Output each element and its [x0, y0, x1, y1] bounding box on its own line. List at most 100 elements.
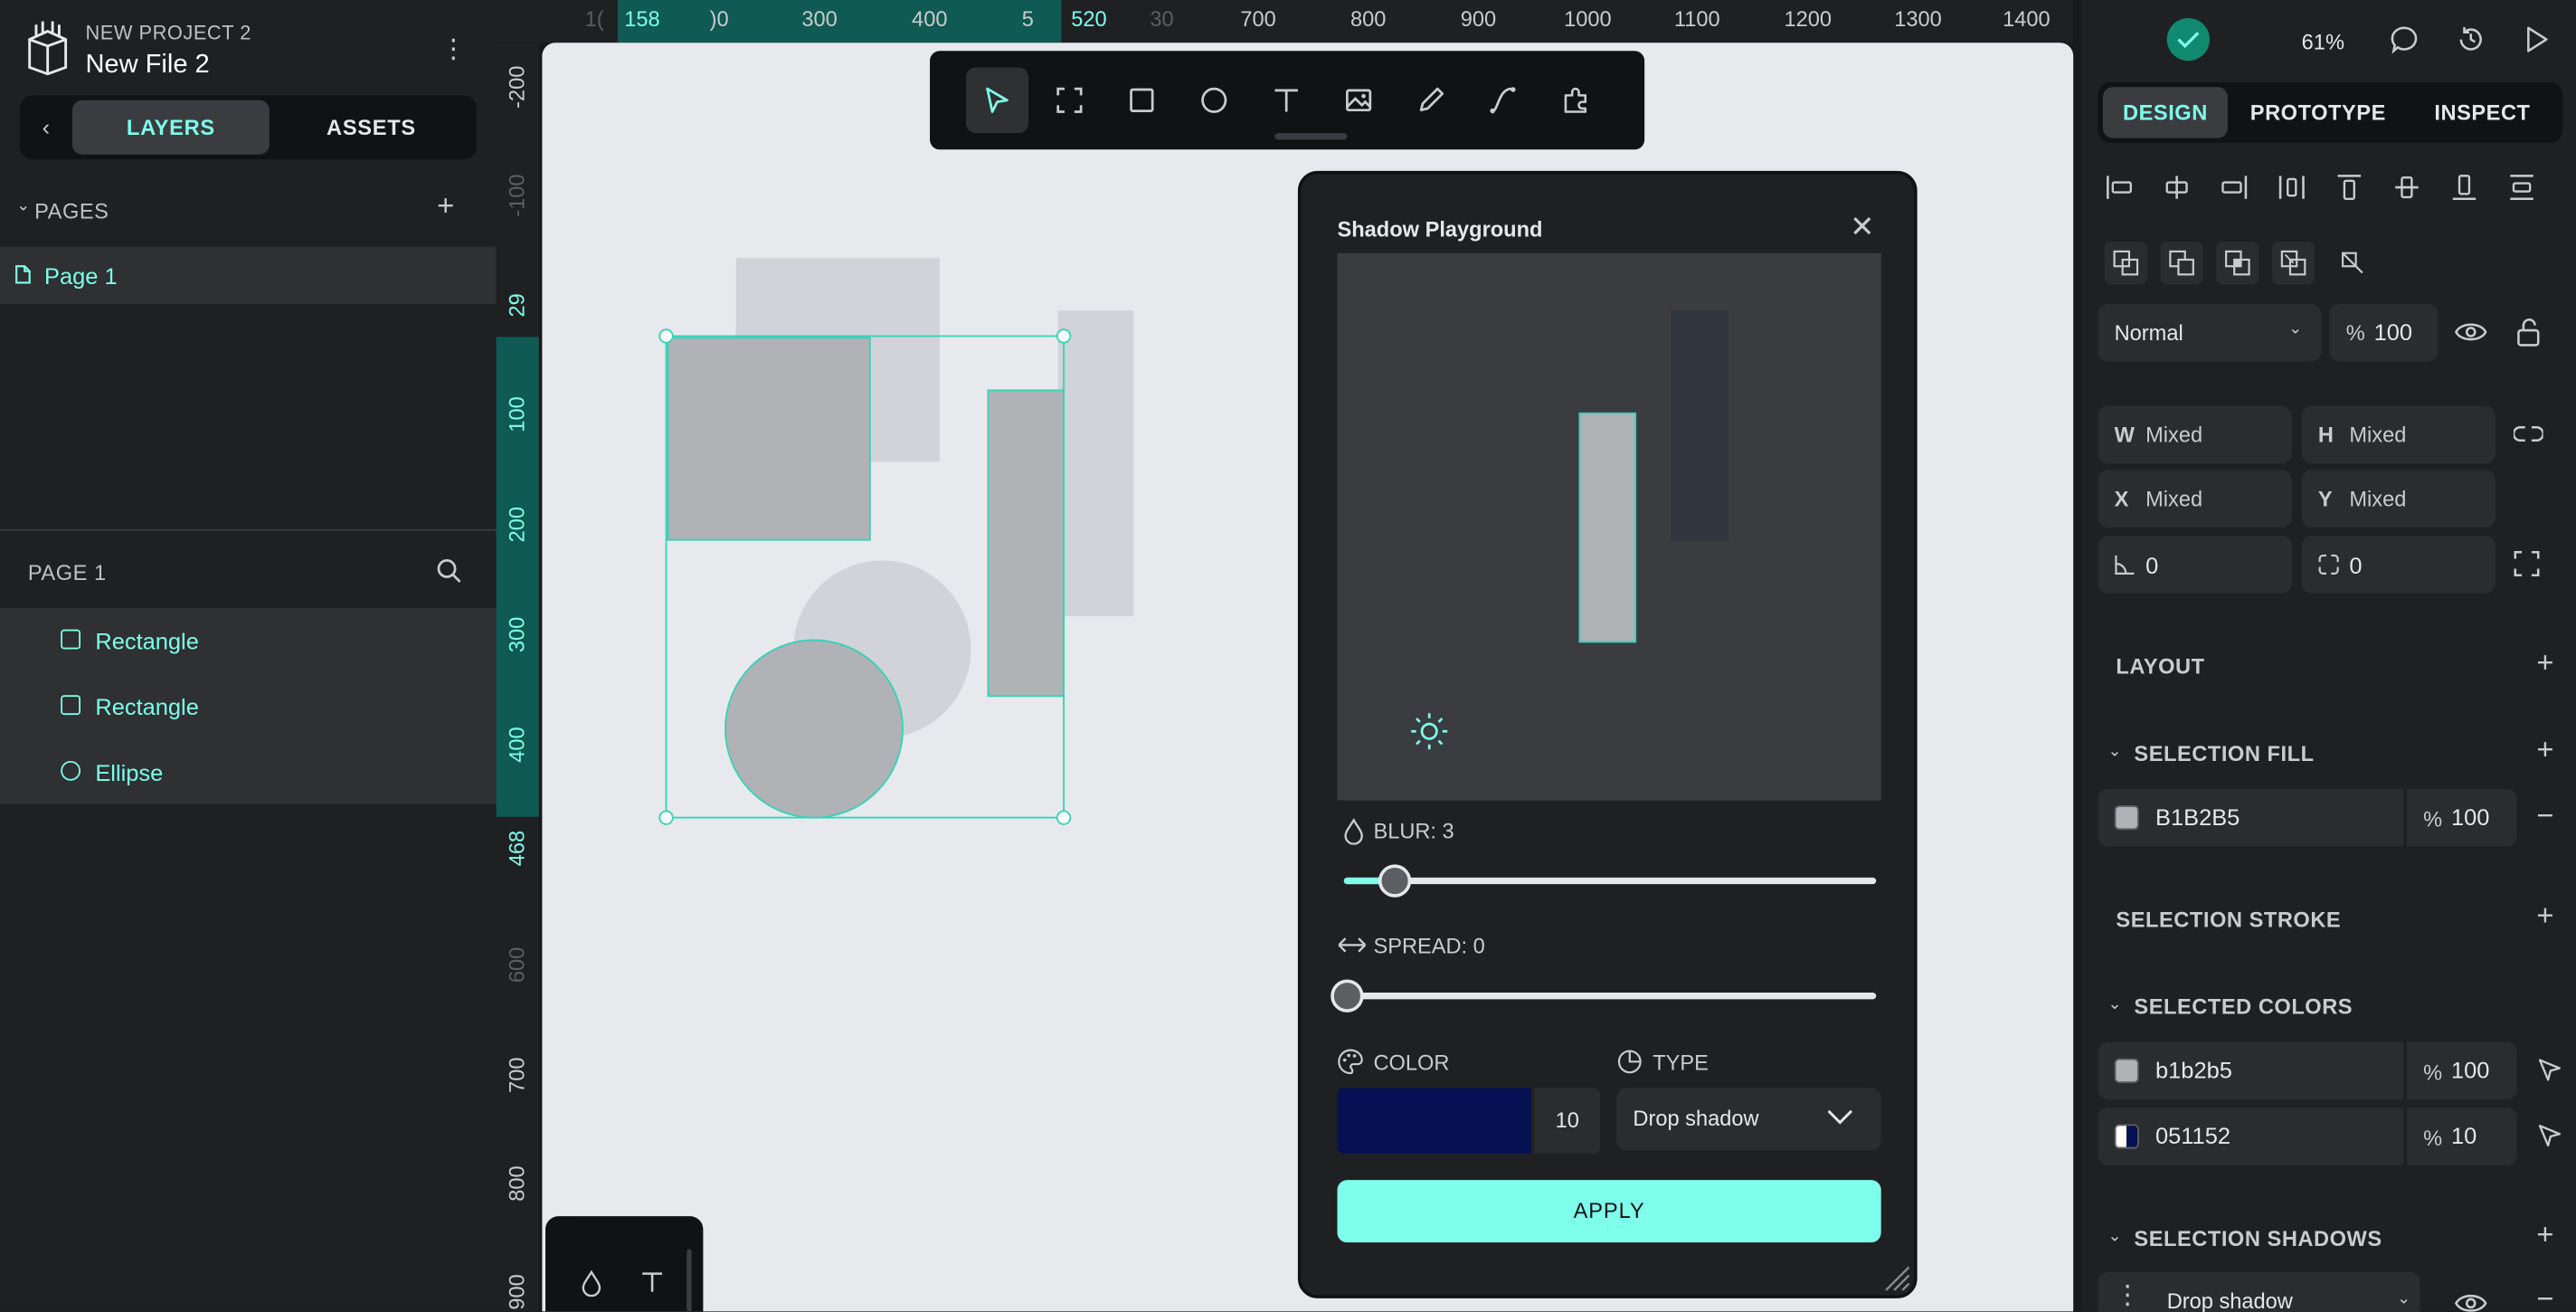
y-input[interactable]: Y Mixed [2301, 470, 2496, 528]
rectangle-tool[interactable] [1111, 67, 1173, 133]
fill-opacity-input[interactable]: % 100 [2406, 788, 2517, 847]
boolean-exclude-icon[interactable] [2271, 242, 2316, 285]
blur-slider-handle[interactable] [1378, 864, 1412, 898]
layer-item[interactable]: Ellipse [0, 739, 497, 803]
shadow-type-select[interactable]: ⋮ Drop shadow ⌄ [2098, 1271, 2420, 1312]
shadow-opacity-input[interactable]: 10 [1534, 1088, 1601, 1155]
layer-item[interactable]: Rectangle [0, 608, 497, 672]
chevron-down-icon[interactable]: ⌄ [2107, 1228, 2121, 1246]
align-bottom-icon[interactable] [2449, 173, 2479, 203]
resize-handle[interactable] [1056, 328, 1072, 344]
layer-opacity-input[interactable]: % 100 [2329, 304, 2439, 362]
select-shapes-icon[interactable] [2536, 1123, 2562, 1149]
shadow-color-swatch[interactable] [1337, 1088, 1531, 1155]
ellipse-tool[interactable] [1183, 67, 1245, 133]
unlock-icon[interactable] [2515, 318, 2542, 347]
resize-grip-icon[interactable] [1880, 1260, 1912, 1293]
resize-handle[interactable] [1056, 810, 1072, 825]
text-tool[interactable] [1255, 67, 1318, 133]
tab-prototype[interactable]: PROTOTYPE [2236, 87, 2401, 138]
add-layout-icon[interactable]: + [2536, 646, 2553, 680]
align-right-icon[interactable] [2220, 173, 2249, 203]
color-swatch[interactable] [2114, 1058, 2139, 1083]
fill-swatch[interactable] [2114, 805, 2139, 831]
apply-button[interactable]: APPLY [1337, 1180, 1881, 1243]
resize-handle[interactable] [658, 328, 674, 344]
spread-slider[interactable] [1343, 993, 1877, 1000]
chevron-down-icon[interactable]: ⌄ [2107, 743, 2121, 761]
flatten-icon[interactable] [2331, 242, 2373, 284]
add-fill-icon[interactable]: + [2536, 733, 2553, 767]
text-icon[interactable] [640, 1270, 663, 1293]
eye-icon[interactable] [2454, 1290, 2487, 1312]
radius-input[interactable]: 0 [2301, 536, 2496, 594]
add-stroke-icon[interactable]: + [2536, 899, 2553, 934]
eye-icon[interactable] [2454, 318, 2487, 345]
distribute-v-icon[interactable] [2507, 173, 2537, 203]
color-opacity-input[interactable]: % 10 [2406, 1108, 2517, 1165]
tab-inspect[interactable]: INSPECT [2410, 87, 2555, 138]
spread-slider-handle[interactable] [1331, 979, 1364, 1013]
boolean-difference-icon[interactable] [2160, 242, 2203, 285]
comments-icon[interactable] [2391, 24, 2420, 54]
link-proportions-icon[interactable] [2513, 423, 2543, 445]
pencil-tool[interactable] [1400, 67, 1463, 133]
chevron-down-icon[interactable]: ⌄ [16, 197, 30, 215]
color-swatch[interactable] [2114, 1124, 2139, 1149]
tab-assets[interactable]: ASSETS [273, 100, 470, 155]
boolean-union-icon[interactable] [2104, 242, 2147, 285]
path-tool[interactable] [1472, 67, 1534, 133]
ruler-top-label: 1( [584, 6, 604, 32]
collapse-sidebar-icon[interactable]: ‹ [20, 95, 72, 159]
pages-title[interactable]: PAGES [34, 199, 109, 223]
search-icon[interactable] [435, 557, 461, 584]
fill-color-field[interactable]: B1B2B5 [2098, 788, 2404, 847]
scrollbar[interactable] [687, 1249, 692, 1312]
plugin-tool[interactable] [1544, 67, 1606, 133]
history-icon[interactable] [2456, 24, 2486, 54]
independent-corners-icon[interactable] [2514, 550, 2540, 576]
x-input[interactable]: X Mixed [2098, 470, 2292, 528]
color-field[interactable]: b1b2b5 [2098, 1041, 2404, 1100]
color-opacity-input[interactable]: % 100 [2406, 1041, 2517, 1100]
pointer-tool[interactable] [966, 67, 1029, 134]
image-tool[interactable] [1328, 67, 1390, 133]
ruler-selection-range [617, 0, 1062, 43]
rotation-input[interactable]: 0 [2098, 536, 2292, 594]
align-v-center-icon[interactable] [2392, 173, 2422, 203]
drag-handle-icon[interactable]: ⋮ [2115, 1279, 2141, 1311]
tab-design[interactable]: DESIGN [2102, 87, 2228, 138]
layer-item[interactable]: Rectangle [0, 674, 497, 738]
blend-mode-select[interactable]: Normal ⌄ [2098, 304, 2322, 362]
color-field[interactable]: 051152 [2098, 1108, 2404, 1165]
width-input[interactable]: W Mixed [2098, 405, 2292, 464]
file-name[interactable]: New File 2 [85, 51, 209, 81]
boolean-intersection-icon[interactable] [2216, 242, 2259, 285]
resize-handle[interactable] [658, 810, 674, 825]
page-item[interactable]: Page 1 [0, 246, 497, 305]
add-shadow-icon[interactable]: + [2536, 1218, 2553, 1252]
select-shapes-icon[interactable] [2536, 1057, 2562, 1083]
align-top-icon[interactable] [2334, 173, 2364, 203]
add-page-icon[interactable]: + [437, 189, 454, 223]
align-h-center-icon[interactable] [2162, 173, 2192, 203]
more-options-icon[interactable]: ⋮ [440, 36, 467, 66]
penpot-logo-icon[interactable] [23, 20, 71, 76]
frame-tool[interactable] [1038, 67, 1101, 133]
remove-shadow-icon[interactable]: − [2536, 1282, 2553, 1312]
drop-icon[interactable] [580, 1270, 602, 1298]
shadow-type-select[interactable]: Drop shadow [1616, 1088, 1881, 1151]
align-left-icon[interactable] [2105, 173, 2135, 203]
tab-layers[interactable]: LAYERS [71, 100, 270, 155]
blur-slider[interactable] [1343, 877, 1877, 885]
close-icon[interactable]: ✕ [1850, 210, 1874, 244]
light-source-icon[interactable] [1409, 711, 1449, 751]
toolbar-grip[interactable] [1274, 133, 1348, 140]
distribute-h-icon[interactable] [2277, 173, 2306, 203]
remove-fill-icon[interactable]: − [2536, 799, 2553, 833]
zoom-level[interactable]: 61% [2302, 30, 2344, 54]
play-icon[interactable] [2522, 24, 2552, 54]
chevron-down-icon[interactable]: ⌄ [2107, 996, 2121, 1014]
height-input[interactable]: H Mixed [2301, 405, 2496, 464]
selection-box[interactable] [665, 335, 1065, 819]
